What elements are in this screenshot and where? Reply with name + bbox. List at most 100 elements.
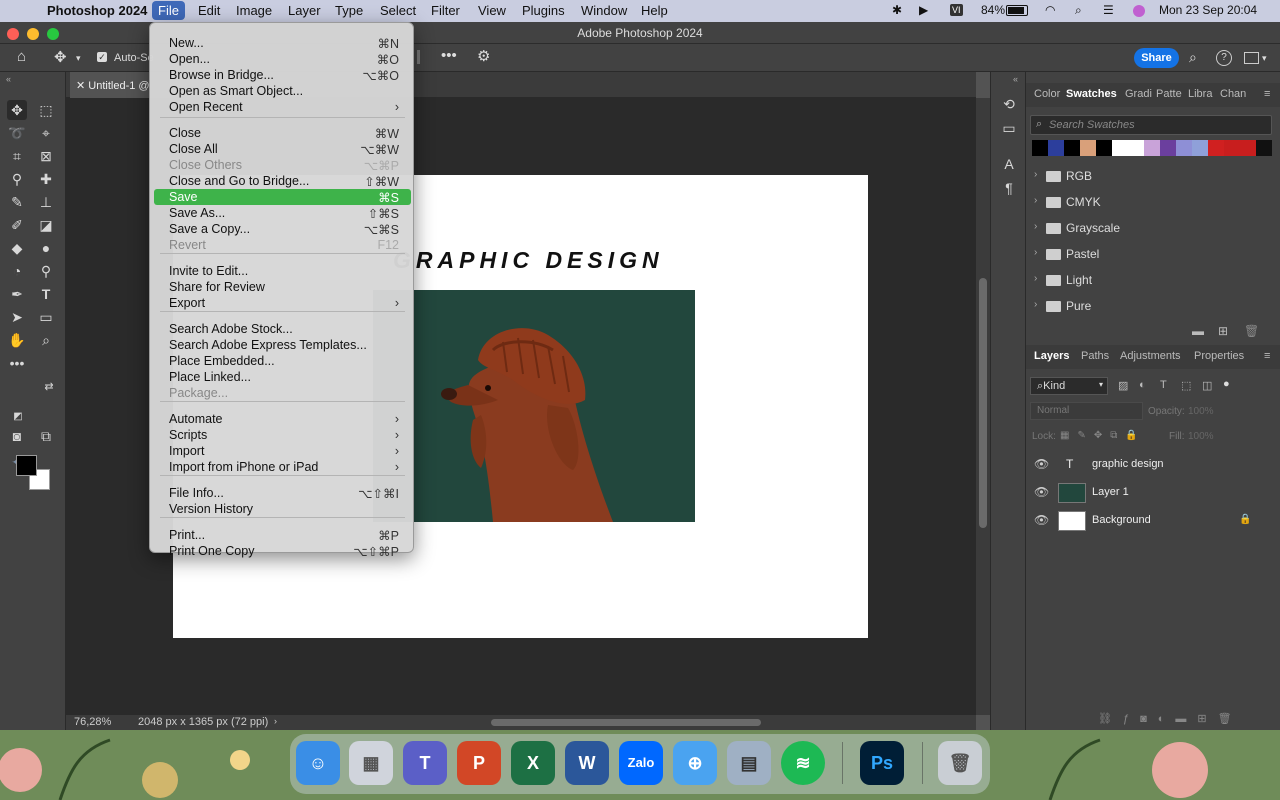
color-swatch[interactable] [1224,140,1240,156]
play-icon[interactable]: ▶ [919,3,928,17]
frame-tool-icon[interactable]: ⊠ [36,146,56,166]
zoom-tool-icon[interactable]: ⌕ [36,330,56,350]
layer-row-background[interactable]: 👁 Background 🔒 [1026,508,1280,534]
document-info[interactable]: 2048 px x 1365 px (72 ppi) [138,716,268,728]
rectangle-tool-icon[interactable]: ▭ [36,307,56,327]
auto-select-checkbox[interactable]: ✓ [97,52,107,62]
zoom-lens-tool-icon[interactable]: ⚲ [36,261,56,281]
clone-stamp-tool-icon[interactable]: ⊥ [36,192,56,212]
panel-menu-icon[interactable]: ≡ [1264,350,1270,362]
menu-select[interactable]: Select [380,3,416,18]
input-source-icon[interactable]: VI [950,4,963,16]
color-swatch[interactable] [1240,140,1256,156]
dock-teams[interactable]: T [403,741,447,785]
filter-type-icon[interactable]: T [1160,379,1167,391]
chevron-right-icon[interactable]: › [1034,273,1037,284]
lasso-tool-icon[interactable]: ➰ [7,123,27,143]
file-menu-item[interactable]: Save As... ⇧⌘S [154,205,411,221]
blur-tool-icon[interactable]: ● [36,238,56,258]
menu-layer[interactable]: Layer [288,3,321,18]
tab-channels[interactable]: Chan [1220,88,1246,100]
color-swatch[interactable] [1048,140,1064,156]
healing-brush-tool-icon[interactable]: ✚ [36,169,56,189]
history-brush-tool-icon[interactable]: ✐ [7,215,27,235]
visibility-eye-icon[interactable]: 👁 [1034,485,1049,499]
visibility-eye-icon[interactable]: 👁 [1034,457,1049,471]
file-menu-item[interactable]: Search Adobe Stock... [154,321,411,337]
color-swatch[interactable] [1176,140,1192,156]
clock[interactable]: Mon 23 Sep 20:04 [1159,3,1257,17]
dock-preview[interactable]: ▤ [727,741,771,785]
edit-toolbar-icon[interactable]: ••• [7,353,27,373]
brush-tool-icon[interactable]: ✎ [7,192,27,212]
color-swatch[interactable] [1096,140,1112,156]
file-menu-item[interactable]: Search Adobe Express Templates... [154,337,411,353]
file-menu-item[interactable]: Open Recent › [154,99,411,115]
swatch-folder-rgb[interactable]: › RGB [1032,167,1272,187]
file-menu-item[interactable]: Import › [154,443,411,459]
app-name-menu[interactable]: Photoshop 2024 [47,3,147,18]
horizontal-scroll-thumb[interactable] [491,719,761,726]
foreground-color-swatch[interactable] [16,455,37,476]
new-swatch-icon[interactable]: ⊞ [1218,324,1228,338]
tab-paths[interactable]: Paths [1081,350,1109,362]
control-center-icon[interactable]: ☰ [1103,3,1114,17]
dock-safari[interactable]: ⊕ [673,741,717,785]
layer-row-graphic-design[interactable]: 👁 T graphic design [1026,452,1280,478]
pen-tool-icon[interactable]: ✒ [7,284,27,304]
siri-icon[interactable] [1133,5,1145,17]
align-icon[interactable] [417,50,420,64]
color-swatch[interactable] [1064,140,1080,156]
menu-filter[interactable]: Filter [431,3,460,18]
file-menu-item[interactable]: Share for Review [154,279,411,295]
file-menu-item[interactable]: Scripts › [154,427,411,443]
menu-edit[interactable]: Edit [198,3,220,18]
paint-bucket-tool-icon[interactable]: ◆ [7,238,27,258]
file-menu-item[interactable]: File Info... ⌥⇧⌘I [154,485,411,501]
tab-adjustments[interactable]: Adjustments [1120,350,1181,362]
file-menu-item[interactable]: Export › [154,295,411,311]
dock-spotify[interactable]: ≋ [781,741,825,785]
menu-file[interactable]: File [152,1,185,20]
dock-photoshop[interactable]: Ps [860,741,904,785]
menu-type[interactable]: Type [335,3,363,18]
dock-word[interactable]: W [565,741,609,785]
opacity-value[interactable]: 100% [1188,406,1214,417]
file-menu-item[interactable]: Import from iPhone or iPad › [154,459,411,475]
menu-image[interactable]: Image [236,3,272,18]
tab-libraries[interactable]: Libra [1188,88,1212,100]
file-menu-item[interactable]: Save ⌘S [154,189,411,205]
tab-gradients[interactable]: Gradi [1125,88,1152,100]
wifi-icon[interactable]: ◠ [1045,3,1055,17]
canvas-heading-text[interactable]: GRAPHIC DESIGN [393,247,664,274]
tab-color[interactable]: Color [1034,88,1060,100]
search-icon[interactable]: ⌕ [1189,49,1197,66]
color-swatch[interactable] [1128,140,1144,156]
path-selection-tool-icon[interactable]: ➤ [7,307,27,327]
swatch-folder-cmyk[interactable]: › CMYK [1032,193,1272,213]
color-swatch[interactable] [1192,140,1208,156]
file-menu-item[interactable]: Automate › [154,411,411,427]
filter-toggle-icon[interactable]: ● [1223,378,1230,390]
tool-preset-dropdown-icon[interactable]: ▾ [76,53,81,64]
swatch-folder-pastel[interactable]: › Pastel [1032,245,1272,265]
screen-mode-icon[interactable]: ⧉ [36,426,56,446]
file-menu-item[interactable]: Close All ⌥⌘W [154,141,411,157]
dodge-tool-icon[interactable]: ◔ [7,261,27,281]
dock-finder[interactable]: ☺ [296,741,340,785]
close-tab-icon[interactable]: ✕ [76,80,88,92]
layers-bottom-toolbar-icons[interactable]: ⛓ƒ◙◐▬⊞🗑 [1098,712,1243,725]
more-options-icon[interactable]: ••• [441,47,457,64]
dock-zalo[interactable]: Zalo [619,741,663,785]
character-panel-icon[interactable]: A [999,154,1019,174]
color-swatch[interactable] [1208,140,1224,156]
status-menu-arrow-icon[interactable]: › [274,716,277,726]
chevron-right-icon[interactable]: › [1034,221,1037,232]
dock-powerpoint[interactable]: P [457,741,501,785]
menu-plugins[interactable]: Plugins [522,3,565,18]
panel-menu-icon[interactable]: ≡ [1264,88,1270,100]
share-button[interactable]: Share [1134,48,1179,68]
filter-shape-icon[interactable]: ⬚ [1181,379,1191,392]
workspace-dropdown-icon[interactable]: ▾ [1262,53,1267,64]
filter-pixel-icon[interactable]: ▨ [1118,379,1128,392]
